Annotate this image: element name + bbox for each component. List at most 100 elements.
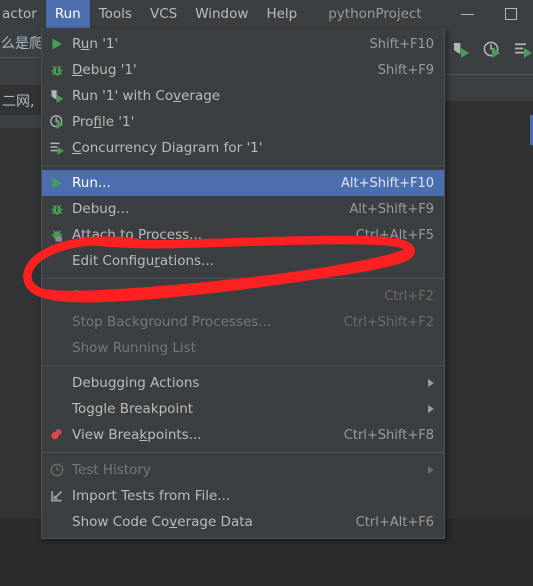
- menu-item-stop-label: Stop: [72, 288, 103, 304]
- menu-item-stop-background-processes-label: Stop Background Processes...: [72, 314, 272, 330]
- menubar-item-vcs-label: VCS: [149, 6, 178, 22]
- left-divider: [0, 57, 41, 58]
- menubar-item-run-label: Run: [54, 6, 81, 22]
- menu-item-debug-1-shortcut: Shift+F9: [377, 62, 434, 78]
- stop-square-icon: [42, 283, 72, 309]
- menu-item-run-with-coverage[interactable]: Run '1' with Coverage: [42, 83, 444, 109]
- minimize-icon: [460, 13, 474, 15]
- chevron-right-icon: [428, 466, 434, 474]
- menu-item-run-dialog-label: Run...: [72, 175, 111, 191]
- menu-item-stop[interactable]: Stop Ctrl+F2: [42, 283, 444, 309]
- menubar-item-window[interactable]: Window: [186, 0, 257, 28]
- maximize-icon: [505, 8, 517, 20]
- menu-item-debug-1-label: Debug '1': [72, 62, 137, 78]
- left-text-row-a: 么是爬: [0, 28, 43, 57]
- right-toolbar: [445, 29, 533, 74]
- left-chinese-text-b: 二网,: [2, 94, 35, 110]
- menubar-item-help[interactable]: Help: [257, 0, 306, 28]
- import-tests-icon: [42, 483, 72, 509]
- left-chinese-text-a: 么是爬: [1, 36, 43, 52]
- right-editor-background: [445, 101, 533, 518]
- menu-item-run-1[interactable]: Run '1' Shift+F10: [42, 31, 444, 57]
- menu-item-run-dialog-shortcut: Alt+Shift+F10: [341, 175, 434, 191]
- menu-item-debug-dialog-shortcut: Alt+Shift+F9: [349, 201, 434, 217]
- menu-item-debug-dialog[interactable]: Debug... Alt+Shift+F9: [42, 196, 444, 222]
- menu-item-show-code-coverage-data-shortcut: Ctrl+Alt+F6: [355, 514, 434, 530]
- menu-item-run-1-label: Run '1': [72, 36, 119, 52]
- minimize-button[interactable]: [445, 0, 489, 28]
- menu-item-toggle-breakpoint-label: Toggle Breakpoint: [72, 401, 194, 417]
- profile-icon[interactable]: [482, 40, 502, 64]
- menu-separator-2: [42, 278, 444, 279]
- menubar-item-tools[interactable]: Tools: [90, 0, 141, 28]
- left-text-row-b: 二网,: [0, 85, 41, 115]
- profile-icon: [42, 109, 72, 135]
- clock-history-icon: [42, 457, 72, 483]
- run-green-triangle-icon: [42, 170, 72, 196]
- menubar-item-tools-label: Tools: [98, 6, 132, 22]
- menu-separator-3: [42, 365, 444, 366]
- menu-item-import-tests-from-file[interactable]: Import Tests from File...: [42, 483, 444, 509]
- maximize-button[interactable]: [489, 0, 533, 28]
- no-icon-placeholder: [42, 248, 72, 274]
- menu-item-attach-to-process[interactable]: Attach to Process... Ctrl+Alt+F5: [42, 222, 444, 248]
- menu-bar: actor Run Tools VCS Window Help pythonPr…: [0, 0, 533, 28]
- menu-item-profile-1-label: Profile '1': [72, 114, 135, 130]
- no-icon-placeholder: [42, 370, 72, 396]
- menu-item-show-running-list-label: Show Running List: [72, 340, 196, 356]
- run-with-coverage-icon[interactable]: [451, 40, 471, 64]
- menubar-item-vcs[interactable]: VCS: [141, 0, 186, 28]
- menu-item-stop-shortcut: Ctrl+F2: [384, 288, 434, 304]
- menu-item-edit-configurations[interactable]: Edit Configurations...: [42, 248, 444, 274]
- menu-item-view-breakpoints-shortcut: Ctrl+Shift+F8: [343, 427, 434, 443]
- menu-item-concurrency-diagram[interactable]: Concurrency Diagram for '1': [42, 135, 444, 161]
- chevron-right-icon: [428, 405, 434, 413]
- menu-item-debugging-actions-label: Debugging Actions: [72, 375, 200, 391]
- concurrency-diagram-icon[interactable]: [513, 40, 533, 64]
- no-icon-placeholder: [42, 396, 72, 422]
- attach-to-process-icon: [42, 222, 72, 248]
- right-lower-strip: [445, 75, 533, 101]
- menu-item-view-breakpoints-label: View Breakpoints...: [72, 427, 202, 443]
- menubar-item-refactor-label: actor: [2, 6, 37, 22]
- menu-item-debugging-actions[interactable]: Debugging Actions: [42, 370, 444, 396]
- ide-window: 么是爬 二网, actor Run Tools VCS Window Help …: [0, 0, 533, 586]
- menubar-item-help-label: Help: [266, 6, 298, 22]
- window-controls: [445, 0, 533, 28]
- menu-item-toggle-breakpoint[interactable]: Toggle Breakpoint: [42, 396, 444, 422]
- menubar-item-window-label: Window: [195, 6, 249, 22]
- menu-item-stop-background-processes-shortcut: Ctrl+Shift+F2: [343, 314, 434, 330]
- concurrency-diagram-icon: [42, 135, 72, 161]
- menu-item-show-code-coverage-data-label: Show Code Coverage Data: [72, 514, 253, 530]
- chevron-right-icon: [428, 379, 434, 387]
- menu-separator-4: [42, 452, 444, 453]
- menu-item-view-breakpoints[interactable]: View Breakpoints... Ctrl+Shift+F8: [42, 422, 444, 448]
- run-with-coverage-icon: [42, 83, 72, 109]
- menu-item-profile-1[interactable]: Profile '1': [42, 109, 444, 135]
- menu-item-attach-to-process-shortcut: Ctrl+Alt+F5: [355, 227, 434, 243]
- menu-item-run-dialog[interactable]: Run... Alt+Shift+F10: [42, 170, 444, 196]
- menu-item-test-history[interactable]: Test History: [42, 457, 444, 483]
- menubar-item-run[interactable]: Run: [45, 0, 90, 28]
- menu-item-debug-1[interactable]: Debug '1' Shift+F9: [42, 57, 444, 83]
- run-menu-popup: Run '1' Shift+F10 Debug '1' Shift+F9 Run…: [41, 28, 445, 539]
- menu-item-debug-dialog-label: Debug...: [72, 201, 130, 217]
- menu-item-stop-background-processes[interactable]: Stop Background Processes... Ctrl+Shift+…: [42, 309, 444, 335]
- menu-item-concurrency-diagram-label: Concurrency Diagram for '1': [72, 140, 263, 156]
- menu-item-attach-to-process-label: Attach to Process...: [72, 227, 203, 243]
- menu-item-run-with-coverage-label: Run '1' with Coverage: [72, 88, 221, 104]
- menu-item-import-tests-from-file-label: Import Tests from File...: [72, 488, 231, 504]
- debug-bug-icon: [42, 57, 72, 83]
- menu-item-show-running-list[interactable]: Show Running List: [42, 335, 444, 361]
- no-icon-placeholder: [42, 309, 72, 335]
- no-icon-placeholder: [42, 335, 72, 361]
- menu-item-show-code-coverage-data[interactable]: Show Code Coverage Data Ctrl+Alt+F6: [42, 509, 444, 535]
- menu-item-test-history-label: Test History: [72, 462, 151, 478]
- run-green-triangle-icon: [42, 31, 72, 57]
- menubar-item-refactor[interactable]: actor: [0, 0, 46, 28]
- no-icon-placeholder: [42, 509, 72, 535]
- menu-item-edit-configurations-label: Edit Configurations...: [72, 253, 214, 269]
- breakpoints-red-dots-icon: [42, 422, 72, 448]
- menu-separator-1: [42, 165, 444, 166]
- left-lower-background: [0, 128, 41, 518]
